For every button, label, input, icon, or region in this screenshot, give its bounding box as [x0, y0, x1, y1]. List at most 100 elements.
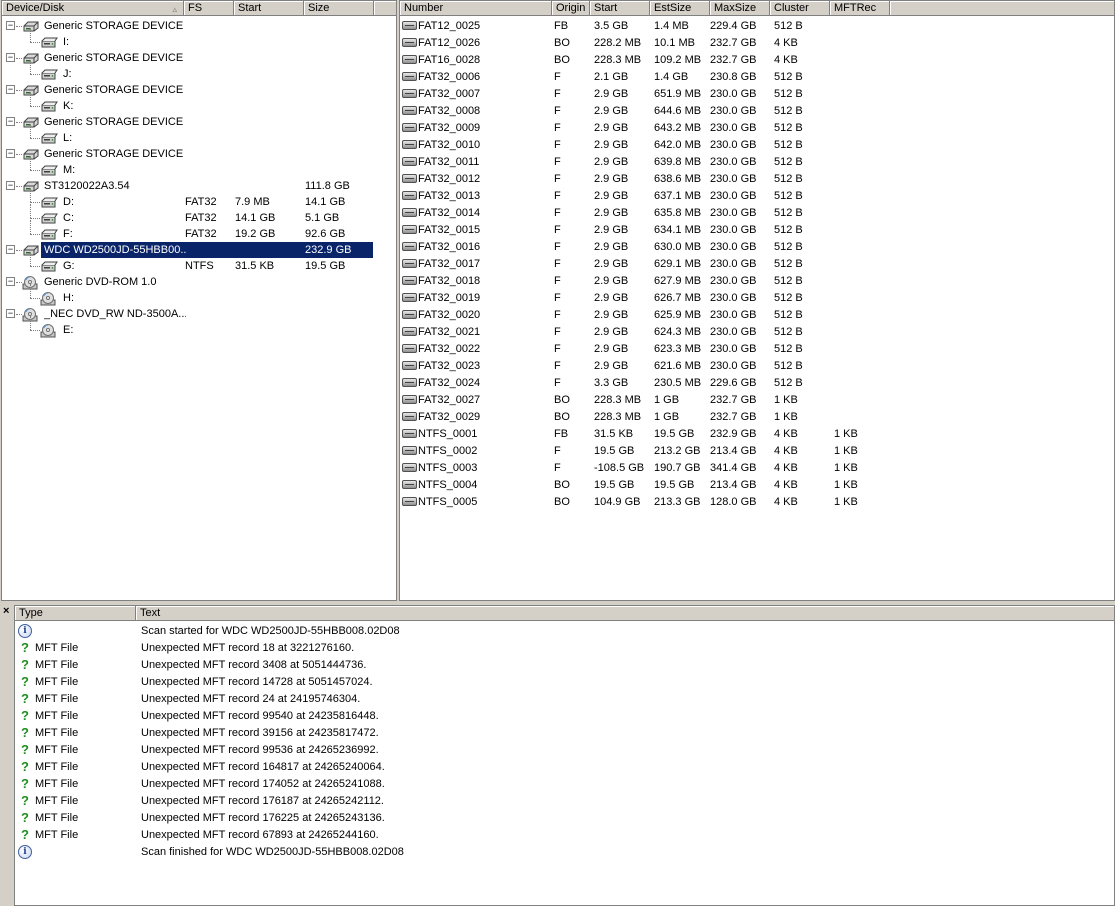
partition-row[interactable]: FAT32_0009 F 2.9 GB 643.2 MB 230.0 GB 512 B [400, 120, 1114, 137]
partition-row[interactable]: NTFS_0002 F 19.5 GB 213.2 GB 213.4 GB 4 KB 1 K… [400, 443, 1114, 460]
collapse-toggle-icon[interactable]: − [6, 53, 15, 62]
partition-row[interactable]: FAT16_0028 BO 228.3 MB 109.2 MB 232.7 GB 4 KB [400, 52, 1114, 69]
partition-row[interactable]: FAT32_0021 F 2.9 GB 624.3 MB 230.0 GB 512 B [400, 324, 1114, 341]
log-row[interactable]: ? MFT File Unexpected MFT record 99540 at … [15, 708, 1114, 725]
column-estsize[interactable]: EstSize [650, 1, 710, 16]
tree-disk-row[interactable]: − Generic STORAGE DEVICE ... [2, 82, 396, 98]
collapse-toggle-icon[interactable]: − [6, 21, 15, 30]
column-maxsize[interactable]: MaxSize [710, 1, 770, 16]
partition-row[interactable]: FAT12_0025 FB 3.5 GB 1.4 MB 229.4 GB 512 B [400, 18, 1114, 35]
log-row[interactable]: ? MFT File Unexpected MFT record 176187 at… [15, 793, 1114, 810]
partition-row[interactable]: FAT32_0016 F 2.9 GB 630.0 MB 230.0 GB 512 B [400, 239, 1114, 256]
partition-row[interactable]: FAT32_0029 BO 228.3 MB 1 GB 232.7 GB 1 KB [400, 409, 1114, 426]
partition-start [235, 34, 303, 50]
partition-row[interactable]: FAT32_0024 F 3.3 GB 230.5 MB 229.6 GB 512 B [400, 375, 1114, 392]
tree-disk-row[interactable]: − Generic STORAGE DEVICE ... [2, 146, 396, 162]
column-fs[interactable]: FS [184, 1, 234, 16]
column-mftrec[interactable]: MFTRec [830, 1, 890, 16]
log-row[interactable]: ? MFT File Unexpected MFT record 164817 at… [15, 759, 1114, 776]
tree-disk-row[interactable]: − Generic DVD-ROM 1.0 [2, 274, 396, 290]
partition-list-pane[interactable]: Number Origin Start EstSize MaxSize Clus… [399, 0, 1115, 601]
collapse-toggle-icon[interactable]: − [6, 181, 15, 190]
partition-row[interactable]: FAT32_0022 F 2.9 GB 623.3 MB 230.0 GB 512 B [400, 341, 1114, 358]
tree-partition-row[interactable]: L: [2, 124, 396, 146]
log-row[interactable]: ? MFT File Unexpected MFT record 174052 at… [15, 776, 1114, 793]
partition-row[interactable]: NTFS_0005 BO 104.9 GB 213.3 GB 128.0 GB 4 KB 1… [400, 494, 1114, 511]
partition-row[interactable]: FAT32_0007 F 2.9 GB 651.9 MB 230.0 GB 512 B [400, 86, 1114, 103]
column-device-disk[interactable]: Device/Disk ▵ [2, 1, 184, 16]
partition-row[interactable]: NTFS_0004 BO 19.5 GB 19.5 GB 213.4 GB 4 KB 1 K… [400, 477, 1114, 494]
tree-disk-row[interactable]: − Generic STORAGE DEVICE ... [2, 114, 396, 130]
tree-partition-row[interactable]: G: NTFS 31.5 KB 19.5 GB [2, 252, 396, 274]
close-log-button[interactable]: × [3, 605, 9, 617]
partition-row[interactable]: FAT32_0019 F 2.9 GB 626.7 MB 230.0 GB 512 B [400, 290, 1114, 307]
collapse-toggle-icon[interactable]: − [6, 277, 15, 286]
partition-row[interactable]: FAT32_0013 F 2.9 GB 637.1 MB 230.0 GB 512 B [400, 188, 1114, 205]
column-cluster[interactable]: Cluster [770, 1, 830, 16]
partition-row[interactable]: FAT32_0008 F 2.9 GB 644.6 MB 230.0 GB 512 B [400, 103, 1114, 120]
tree-partition-row[interactable]: H: [2, 284, 396, 306]
partition-row[interactable]: NTFS_0003 F -108.5 GB 190.7 GB 341.4 GB 4 KB 1… [400, 460, 1114, 477]
tree-disk-row[interactable]: − WDC WD2500JD-55HBB00... 232.9 GB [2, 242, 396, 258]
column-number[interactable]: Number [400, 1, 552, 16]
partition-row[interactable]: FAT32_0023 F 2.9 GB 621.6 MB 230.0 GB 512 B [400, 358, 1114, 375]
partition-row[interactable]: FAT32_0014 F 2.9 GB 635.8 MB 230.0 GB 512 B [400, 205, 1114, 222]
log-pane[interactable]: Type Text i Scan started for WDC WD2500JD… [14, 605, 1115, 906]
partition-row[interactable]: FAT32_0006 F 2.1 GB 1.4 GB 230.8 GB 512 B [400, 69, 1114, 86]
question-icon: ? [21, 725, 29, 740]
partition-row[interactable]: NTFS_0001 FB 31.5 KB 19.5 GB 232.9 GB 4 KB 1 K… [400, 426, 1114, 443]
tree-disk-row[interactable]: − Generic STORAGE DEVICE ... [2, 18, 396, 34]
tree-partition-row[interactable]: E: [2, 316, 396, 338]
partition-row[interactable]: FAT32_0011 F 2.9 GB 639.8 MB 230.0 GB 512 B [400, 154, 1114, 171]
partition-row[interactable]: FAT32_0018 F 2.9 GB 627.9 MB 230.0 GB 512 B [400, 273, 1114, 290]
partition-row[interactable]: FAT12_0026 BO 228.2 MB 10.1 MB 232.7 GB 4 KB [400, 35, 1114, 52]
column-start[interactable]: Start [590, 1, 650, 16]
partition-row[interactable]: FAT32_0017 F 2.9 GB 629.1 MB 230.0 GB 512 B [400, 256, 1114, 273]
partition-maxsize: 230.0 GB [710, 156, 757, 168]
log-row[interactable]: i Scan finished for WDC WD2500JD-55HBB008… [15, 844, 1114, 861]
column-text[interactable]: Text [136, 606, 1114, 621]
device-tree-pane[interactable]: Device/Disk ▵ FS Start Size − Generic STO… [1, 0, 397, 601]
partition-row[interactable]: FAT32_0010 F 2.9 GB 642.0 MB 230.0 GB 512 B [400, 137, 1114, 154]
collapse-toggle-icon[interactable]: − [6, 117, 15, 126]
partition-row[interactable]: FAT32_0015 F 2.9 GB 634.1 MB 230.0 GB 512 B [400, 222, 1114, 239]
collapse-toggle-icon[interactable]: − [6, 149, 15, 158]
collapse-toggle-icon[interactable]: − [6, 309, 15, 318]
tree-partition-row[interactable]: C: FAT32 14.1 GB 5.1 GB [2, 204, 396, 226]
partition-origin: F [554, 224, 561, 236]
log-row[interactable]: ? MFT File Unexpected MFT record 176225 at… [15, 810, 1114, 827]
tree-partition-row[interactable]: D: FAT32 7.9 MB 14.1 GB [2, 188, 396, 210]
tree-partition-row[interactable]: I: [2, 28, 396, 50]
partition-origin: F [554, 343, 561, 355]
partition-row[interactable]: FAT32_0027 BO 228.3 MB 1 GB 232.7 GB 1 KB [400, 392, 1114, 409]
tree-partition-row[interactable]: J: [2, 60, 396, 82]
partition-start: 2.9 GB [594, 326, 629, 338]
log-row[interactable]: ? MFT File Unexpected MFT record 67893 at … [15, 827, 1114, 844]
tree-partition-row[interactable]: F: FAT32 19.2 GB 92.6 GB [2, 220, 396, 242]
log-row[interactable]: ? MFT File Unexpected MFT record 14728 at … [15, 674, 1114, 691]
column-start[interactable]: Start [234, 1, 304, 16]
partition-estsize: 1.4 MB [654, 20, 689, 32]
collapse-toggle-icon[interactable]: − [6, 245, 15, 254]
tree-partition-row[interactable]: M: [2, 156, 396, 178]
partition-estsize: 623.3 MB [654, 343, 702, 355]
column-origin[interactable]: Origin [552, 1, 590, 16]
log-row[interactable]: ? MFT File Unexpected MFT record 18 at 322… [15, 640, 1114, 657]
partition-row[interactable]: FAT32_0012 F 2.9 GB 638.6 MB 230.0 GB 512 B [400, 171, 1114, 188]
cd-icon [40, 323, 56, 338]
partition-row[interactable]: FAT32_0020 F 2.9 GB 625.9 MB 230.0 GB 512 B [400, 307, 1114, 324]
partition-mftrec [834, 256, 890, 272]
log-row[interactable]: ? MFT File Unexpected MFT record 3408 at 5… [15, 657, 1114, 674]
tree-partition-row[interactable]: K: [2, 92, 396, 114]
tree-disk-row[interactable]: − Generic STORAGE DEVICE ... [2, 50, 396, 66]
log-row[interactable]: ? MFT File Unexpected MFT record 39156 at … [15, 725, 1114, 742]
log-row[interactable]: i Scan started for WDC WD2500JD-55HBB008.… [15, 623, 1114, 640]
column-size[interactable]: Size [304, 1, 374, 16]
log-row[interactable]: ? MFT File Unexpected MFT record 99536 at … [15, 742, 1114, 759]
collapse-toggle-icon[interactable]: − [6, 85, 15, 94]
tree-connector [30, 234, 40, 235]
tree-disk-row[interactable]: − ST3120022A3.54 111.8 GB [2, 178, 396, 194]
column-type[interactable]: Type [15, 606, 136, 621]
log-row[interactable]: ? MFT File Unexpected MFT record 24 at 241… [15, 691, 1114, 708]
tree-disk-row[interactable]: − _NEC DVD_RW ND-3500A... [2, 306, 396, 322]
